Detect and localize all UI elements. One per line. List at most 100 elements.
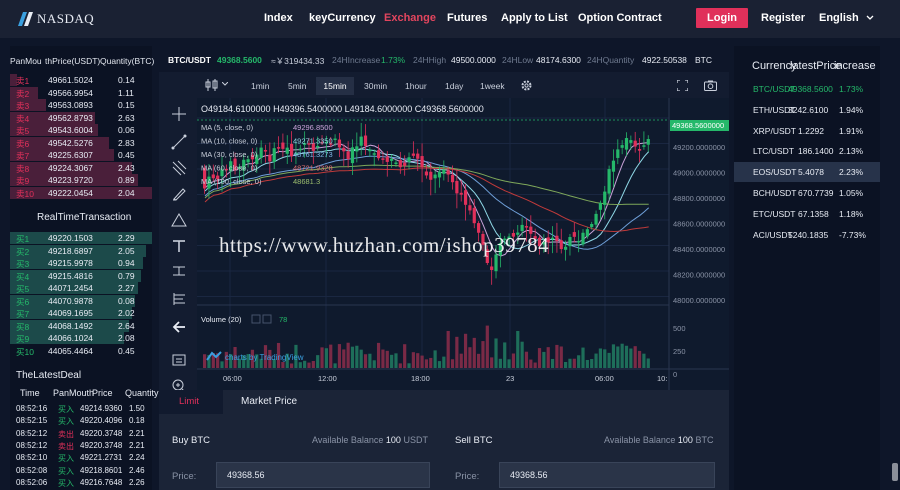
text-tool-icon[interactable] [171,238,187,254]
tab-market-price[interactable]: Market Price [241,390,297,414]
buy-order-row[interactable]: 买8 44068.1492 2.64 [10,319,152,332]
ticker-pair[interactable]: BTC/USDT [168,55,211,65]
buy-price-input[interactable]: 49368.56 [216,462,430,488]
volume-bar [537,348,542,368]
candlestick-chart[interactable]: 49368.5600000 49200.0000000 49000.0000000… [197,98,729,390]
gear-icon[interactable] [520,79,533,92]
nav-key-currency[interactable]: keyCurrency [309,12,376,24]
deal-price: 49220.3748 [80,440,123,450]
order-label: 卖1 [16,76,30,86]
last-price-tag: 49368.5600000 [672,121,724,130]
tab-limit[interactable]: Limit [159,390,223,414]
timeframe-5min[interactable]: 5min [288,81,306,91]
nav-exchange[interactable]: Exchange [384,12,436,24]
price-chart[interactable]: 49368.5600000 49200.0000000 49000.0000000… [197,98,729,390]
buy-order-row[interactable]: 买4 49215.4816 0.79 [10,269,152,282]
magnet-icon[interactable] [171,352,187,368]
volume-bar [477,353,481,368]
order-label: 卖9 [16,176,30,186]
timeframe-15min[interactable]: 15min [316,77,354,95]
trend-line-icon[interactable] [171,134,187,150]
sell-order-row[interactable]: 卖6 49542.5276 2.83 [10,136,152,149]
sell-order-row[interactable]: 卖2 49566.9954 1.11 [10,86,152,99]
buy-order-row[interactable]: 买10 44065.4464 0.45 [10,345,152,357]
market-row[interactable]: ETC/USDT 67.1358 1.18% [734,204,880,224]
camera-icon[interactable] [704,80,717,91]
sell-order-row[interactable]: 卖10 49222.0454 2.04 [10,186,152,199]
price-tick-label: 48000.0000000 [673,296,725,305]
market-row[interactable]: XRP/USDT 1.2292 1.91% [734,121,880,141]
latest-deal-title: TheLatestDeal [16,370,82,381]
market-pair: LTC/USDT [753,146,794,157]
deal-side: 卖出 [58,441,74,451]
triangle-icon[interactable] [171,212,187,228]
login-button[interactable]: Login [696,8,748,28]
deal-row: 08:52:15 买入 49220.4096 0.18 [10,415,152,427]
nav-index[interactable]: Index [264,12,293,24]
volume-bar [350,346,355,368]
volume-bar [281,362,285,368]
nav-futures[interactable]: Futures [447,12,487,24]
market-row[interactable]: EOS/USDT 5.4078 2.23% [734,162,880,183]
measure-icon[interactable] [171,263,187,279]
language-selector[interactable]: English [819,12,874,24]
brand-logo[interactable]: NASDAQ [18,11,94,27]
market-row[interactable]: BTC/USDT 49368.5600 1.73% [734,79,880,99]
sell-price-input[interactable]: 49368.56 [499,462,715,488]
buy-order-row[interactable]: 买7 44069.1695 2.02 [10,307,152,319]
buy-order-row[interactable]: 买6 44070.9878 0.08 [10,294,152,307]
arrow-left-icon[interactable] [171,319,187,335]
market-row[interactable]: ETH/USDT 3242.6100 1.94% [734,100,880,120]
timeframe-1week[interactable]: 1week [480,81,505,91]
ohlc-readout: O49184.6100000 H49396.5400000 L49184.600… [201,104,484,114]
pitchfork-icon[interactable] [171,160,187,176]
buy-order-row[interactable]: 买3 49215.9978 0.94 [10,257,152,269]
page-scrollbar[interactable] [892,463,898,481]
sell-order-row[interactable]: 卖7 49225.6307 0.45 [10,149,152,161]
price-tick-label: 49000.0000000 [673,169,725,178]
fullscreen-icon[interactable] [677,80,688,91]
volume-bar [503,342,507,368]
tradingview-credit[interactable]: charts by TradingView [225,353,304,362]
timeframe-1day[interactable]: 1day [445,81,463,91]
ruler-icon[interactable] [171,291,187,307]
timeframe-1hour[interactable]: 1hour [405,81,427,91]
sell-order-row[interactable]: 卖4 49562.8793 2.63 [10,111,152,124]
volume-bar [442,356,446,368]
order-label: 卖3 [16,101,30,111]
market-row[interactable]: BCH/USDT 670.7739 1.05% [734,183,880,203]
ma-indicator-value: 48681.3 [293,177,320,186]
market-row[interactable]: LTC/USDT 186.1400 2.13% [734,141,880,161]
deal-price: 49216.7648 [80,477,123,487]
deal-time: 08:52:12 [16,428,48,438]
volume-bar [555,344,559,368]
register-link[interactable]: Register [761,12,805,24]
buy-order-row[interactable]: 买9 44066.1024 2.08 [10,332,152,344]
buy-order-row[interactable]: 买1 49220.1503 2.29 [10,232,152,244]
sell-order-row[interactable]: 卖1 49661.5024 0.14 [10,74,152,86]
ticker-bar: BTC/USDT 49368.5600 ≈￥319434.33 24HIncre… [159,46,729,72]
crosshair-icon[interactable] [171,106,187,122]
volume-bar [585,359,589,368]
sell-order-row[interactable]: 卖5 49543.6004 0.06 [10,124,152,136]
market-row[interactable]: ACI/USDT 5240.1835 -7.73% [734,225,880,245]
sell-order-row[interactable]: 卖8 49224.3067 2.43 [10,161,152,174]
sell-order-row[interactable]: 卖9 49223.9720 0.89 [10,174,152,186]
brush-icon[interactable] [171,186,187,202]
deal-quantity: 2.21 [129,440,145,450]
sell-available-balance: Available Balance 100 BTC [604,435,713,445]
nav-option-contract[interactable]: Option Contract [578,12,662,24]
buy-order-row[interactable]: 买5 44071.2454 2.27 [10,282,152,294]
timeframe-30min[interactable]: 30min [364,81,387,91]
order-label: 卖7 [16,151,30,161]
nav-apply-to-list[interactable]: Apply to List [501,12,568,24]
order-quantity: 2.43 [118,162,135,173]
volume-bar [289,363,294,368]
order-quantity: 0.94 [118,258,135,268]
sell-order-row[interactable]: 卖3 49563.0893 0.15 [10,99,152,111]
timeframe-1min[interactable]: 1min [251,81,269,91]
buy-order-row[interactable]: 买2 49218.6897 2.05 [10,244,152,257]
market-price: 67.1358 [798,208,829,219]
chevron-down-icon[interactable] [222,82,228,87]
candlestick-type-icon[interactable] [205,79,219,91]
